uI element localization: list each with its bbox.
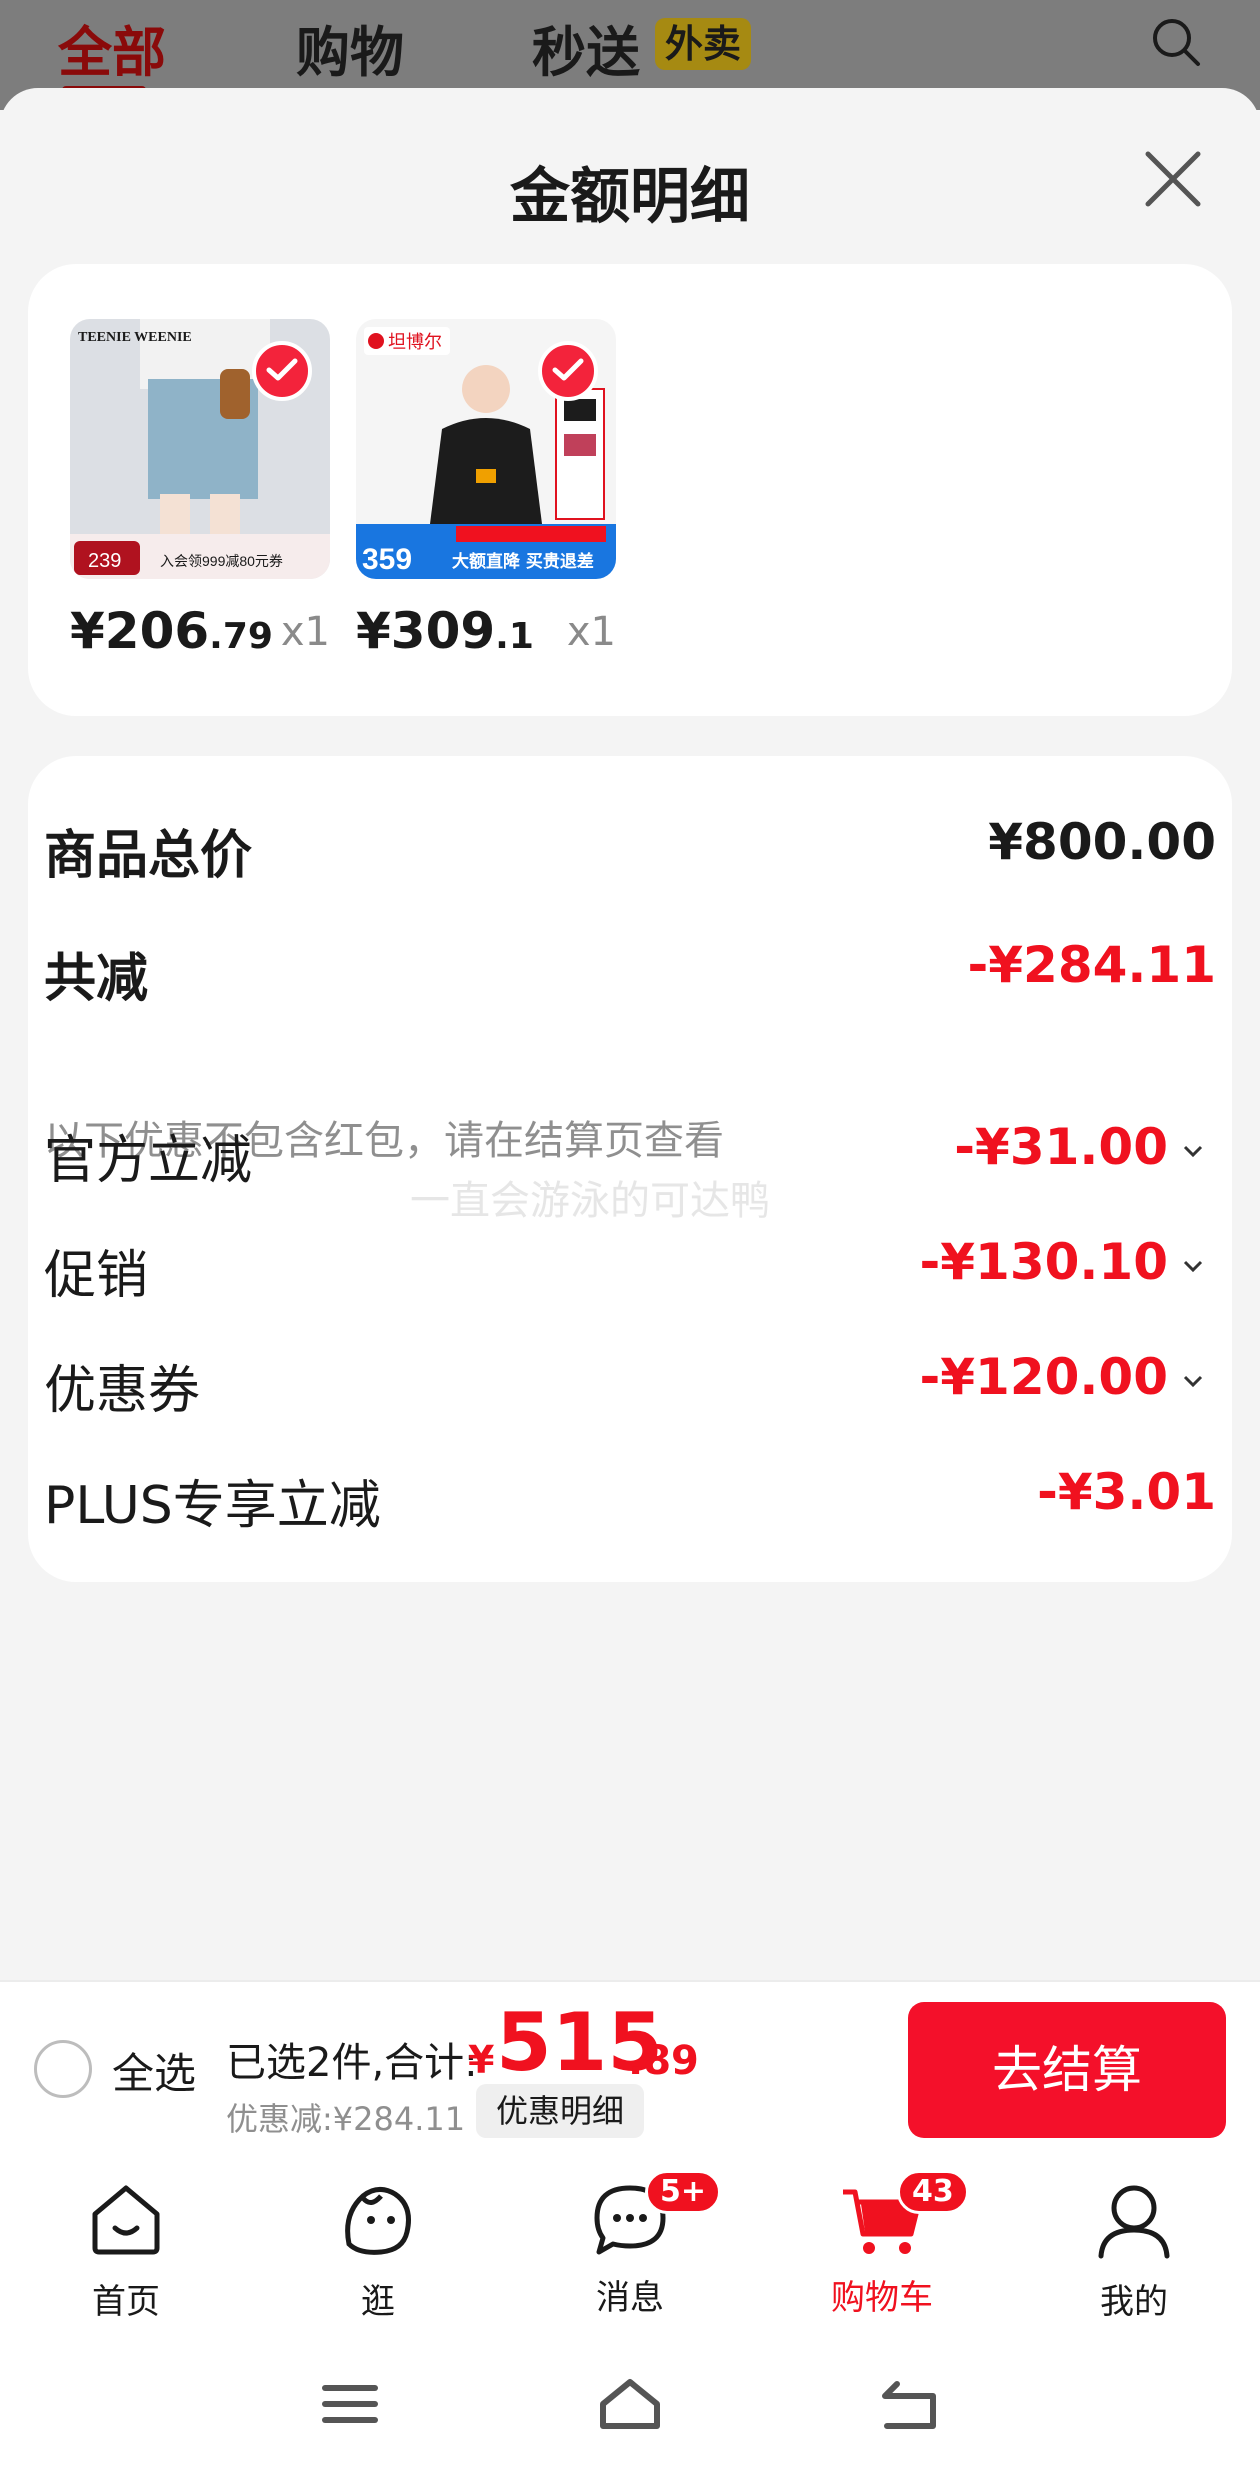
home-icon: [92, 2185, 160, 2255]
selected-check-icon[interactable]: [538, 341, 598, 401]
chevron-down-icon[interactable]: [1182, 1255, 1204, 1277]
product-promo-text: 入会领999减80元券: [160, 553, 283, 569]
search-icon[interactable]: [1150, 16, 1202, 68]
product-image[interactable]: 239 入会领999减80元券 TEENIE WEENIE: [70, 319, 330, 579]
product-quantity: x1: [280, 609, 330, 655]
discount-value: -¥31.00: [954, 1118, 1204, 1176]
back-icon[interactable]: [875, 2374, 945, 2434]
sheet-title: 金额明细: [510, 162, 750, 232]
nav-label: 逛: [361, 2282, 395, 2322]
product-quantity: x1: [566, 609, 616, 655]
nav-label: 消息: [596, 2278, 664, 2318]
message-badge: 5+: [645, 2170, 722, 2214]
total-price-value: ¥800.00: [988, 813, 1216, 871]
product-price: ¥206.79: [70, 602, 273, 660]
product-brand-logo: TEENIE WEENIE: [78, 330, 192, 345]
discount-value: -¥120.00: [920, 1348, 1205, 1406]
product-item[interactable]: 239 入会领999减80元券 TEENIE WEENIE ¥206.79 x1: [70, 319, 330, 660]
selected-count-text: 已选2件,合计:: [226, 2040, 478, 2086]
checkout-bar: 全选 已选2件,合计: ¥ 515 .89 优惠减:¥284.11 优惠明细 去…: [0, 1980, 1260, 2156]
bottom-nav: 首页 逛 5+ 消息 43 购物车 我的: [0, 2156, 1260, 2330]
discount-label: 优惠券: [44, 1361, 201, 1421]
cart-badge: 43: [897, 2170, 969, 2214]
checkout-button[interactable]: 去结算: [908, 2002, 1226, 2138]
product-brand-logo: 坦博尔: [388, 332, 442, 353]
product-promo-price: 359: [362, 543, 412, 576]
nav-messages[interactable]: 5+ 消息: [540, 2170, 722, 2319]
select-all-label[interactable]: 全选: [112, 2040, 196, 2101]
product-list-card: 239 入会领999减80元券 TEENIE WEENIE ¥206.79 x1…: [28, 264, 1232, 716]
nav-home[interactable]: 首页: [36, 2174, 216, 2323]
select-all-radio[interactable]: [34, 2040, 92, 2098]
chevron-down-icon[interactable]: [1182, 1370, 1204, 1392]
nav-cart[interactable]: 43 购物车: [792, 2170, 972, 2319]
chevron-down-icon[interactable]: [1182, 1140, 1204, 1162]
total-reduce-label: 共减: [44, 949, 149, 1009]
message-icon: 5+: [585, 2170, 722, 2264]
product-image[interactable]: 坦博尔 359 大额直降 买贵退差: [356, 319, 616, 579]
total-currency: ¥: [468, 2038, 495, 2082]
tab-flash-delivery[interactable]: 秒送: [532, 8, 640, 87]
user-icon: [1098, 2185, 1170, 2259]
selected-check-icon[interactable]: [252, 341, 312, 401]
discount-label: PLUS专享立减: [44, 1476, 381, 1536]
discount-label: 促销: [44, 1246, 149, 1306]
nav-me[interactable]: 我的: [1044, 2174, 1224, 2323]
home-system-icon[interactable]: [595, 2374, 665, 2434]
nav-label: 购物车: [831, 2278, 933, 2318]
discount-value: -¥3.01: [1037, 1463, 1216, 1521]
menu-icon[interactable]: [315, 2374, 385, 2434]
product-price: ¥309.1: [356, 602, 534, 660]
total-price-label: 商品总价: [44, 826, 253, 886]
nav-label: 我的: [1100, 2282, 1168, 2322]
discount-detail-button[interactable]: 优惠明细: [476, 2084, 645, 2138]
system-nav-bar: [0, 2330, 1260, 2476]
total-reduce-value: -¥284.11: [967, 936, 1217, 994]
tab-shopping[interactable]: 购物: [296, 8, 404, 87]
nav-browse[interactable]: 逛: [288, 2174, 468, 2323]
takeout-badge: 外卖: [655, 18, 752, 70]
product-promo-text: 大额直降 买贵退差: [452, 551, 594, 572]
close-icon[interactable]: [1140, 146, 1206, 212]
watermark: 一直会游泳的可达鸭: [410, 1178, 770, 1224]
browse-icon: [345, 2187, 411, 2255]
product-item[interactable]: 坦博尔 359 大额直降 买贵退差 ¥309.1 x1: [356, 319, 616, 660]
nav-label: 首页: [92, 2282, 160, 2322]
discount-total-text: 优惠减:¥284.11: [226, 2100, 466, 2138]
discount-label: 官方立减: [44, 1131, 253, 1191]
total-amount-decimal: .89: [628, 2038, 699, 2084]
tab-all[interactable]: 全部: [58, 8, 166, 87]
product-promo-price: 239: [88, 550, 121, 572]
cart-icon: 43: [837, 2170, 969, 2264]
discount-value: -¥130.10: [920, 1233, 1205, 1291]
